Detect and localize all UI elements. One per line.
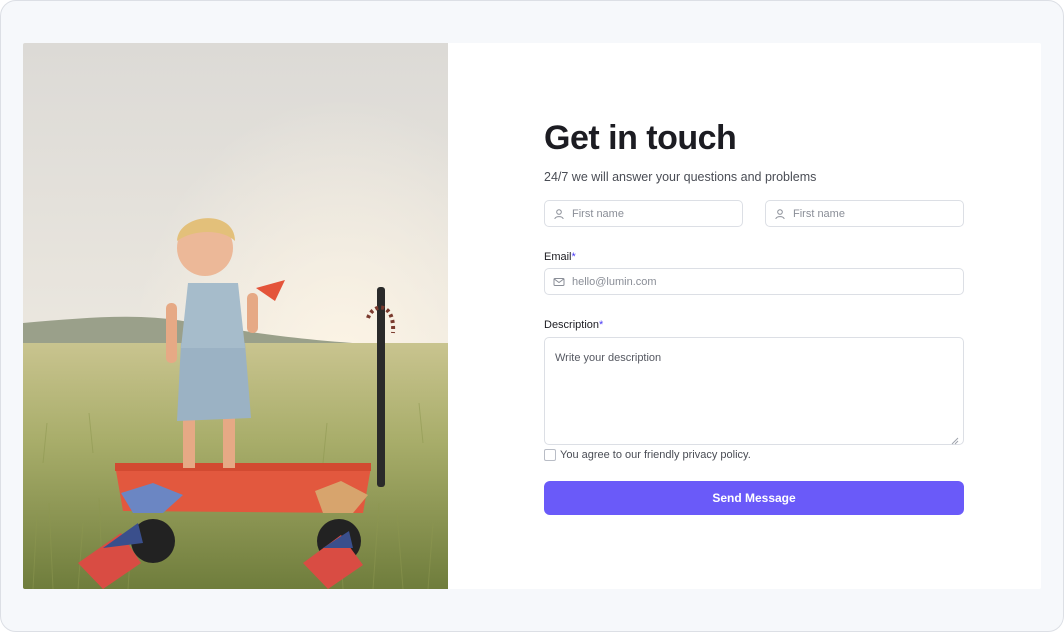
description-textarea[interactable]: Write your description [544, 337, 964, 445]
privacy-agreement: You agree to our friendly privacy policy… [544, 449, 751, 461]
app-frame: Get in touch 24/7 we will answer your qu… [0, 0, 1064, 632]
second-name-input[interactable]: First name [765, 200, 964, 227]
required-mark: * [599, 319, 604, 331]
resize-handle-icon[interactable] [951, 432, 959, 445]
email-field[interactable]: hello@lumin.com [544, 268, 964, 295]
page-subtitle: 24/7 we will answer your questions and p… [544, 170, 817, 184]
privacy-text: You agree to our friendly privacy policy… [560, 449, 751, 461]
required-mark: * [571, 251, 576, 263]
user-icon [774, 208, 786, 220]
page-title: Get in touch [544, 119, 737, 157]
send-message-button[interactable]: Send Message [544, 481, 964, 515]
hero-photo [23, 43, 448, 589]
email-label: Email* [544, 251, 576, 263]
email-placeholder: hello@lumin.com [572, 275, 657, 288]
contact-form: Get in touch 24/7 we will answer your qu… [544, 43, 964, 589]
user-icon [553, 208, 565, 220]
description-placeholder: Write your description [555, 352, 662, 364]
contact-card: Get in touch 24/7 we will answer your qu… [23, 43, 1041, 589]
first-name-placeholder: First name [572, 207, 624, 220]
privacy-checkbox[interactable] [544, 449, 556, 461]
description-label: Description* [544, 319, 604, 331]
mail-icon [553, 276, 565, 288]
child-in-wagon-illustration [23, 43, 448, 589]
first-name-input[interactable]: First name [544, 200, 743, 227]
second-name-placeholder: First name [793, 207, 845, 220]
